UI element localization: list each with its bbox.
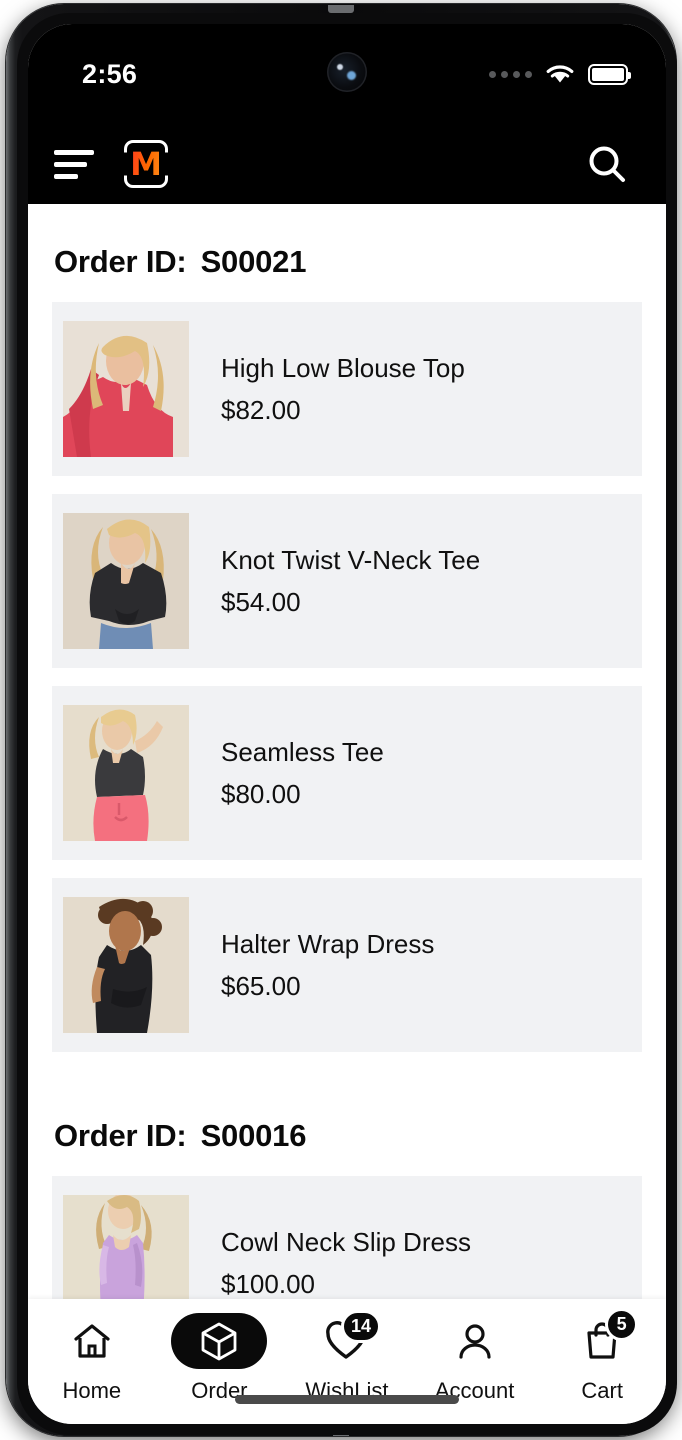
order-item-card[interactable]: Halter Wrap Dress $65.00	[52, 878, 642, 1052]
nav-label-home: Home	[62, 1378, 122, 1403]
product-price: $80.00	[221, 778, 301, 809]
app-header: M	[28, 124, 666, 204]
home-icon	[74, 1324, 110, 1358]
product-name: Seamless Tee	[221, 737, 384, 768]
product-price: $100.00	[221, 1268, 315, 1299]
product-thumbnail	[63, 321, 189, 457]
product-name: Cowl Neck Slip Dress	[221, 1227, 471, 1258]
nav-item-order[interactable]: Order	[156, 1313, 284, 1404]
nav-item-wishlist[interactable]: 14 WishList	[283, 1310, 411, 1404]
wishlist-badge: 14	[340, 1310, 381, 1343]
product-info: Seamless Tee $80.00	[189, 736, 384, 810]
status-time: 2:56	[82, 58, 138, 89]
phone-screen: 2:56 M Order ID: S00021 High Low Blouse …	[28, 24, 666, 1424]
person-icon	[458, 1324, 491, 1359]
product-thumbnail	[63, 513, 189, 649]
orders-list[interactable]: Order ID: S00021 High Low Blouse Top $82…	[28, 204, 666, 1299]
earpiece-slit	[328, 5, 354, 13]
nav-item-account[interactable]: Account	[411, 1313, 539, 1404]
order-id-value: S00021	[200, 244, 307, 279]
order-header: Order ID: S00016	[28, 1070, 666, 1176]
product-info: Cowl Neck Slip Dress $100.00	[189, 1226, 471, 1299]
nav-item-cart[interactable]: 5 Cart	[538, 1308, 666, 1404]
product-info: Knot Twist V-Neck Tee $54.00	[189, 544, 480, 618]
search-icon[interactable]	[582, 139, 632, 189]
order-item-card[interactable]: High Low Blouse Top $82.00	[52, 302, 642, 476]
order-header: Order ID: S00021	[28, 204, 666, 302]
order-id-value: S00016	[200, 1118, 307, 1153]
product-thumbnail	[63, 897, 189, 1033]
myntra-logo[interactable]: M	[124, 140, 168, 188]
front-camera-punch-hole	[327, 52, 367, 92]
product-price: $65.00	[221, 970, 301, 1001]
home-indicator[interactable]	[235, 1395, 459, 1404]
order-id-label: Order ID:	[54, 1118, 187, 1153]
bottom-navigation-bar: Home Order 14 WishList Account 5 Cart	[28, 1299, 666, 1424]
product-info: High Low Blouse Top $82.00	[189, 352, 465, 426]
signal-dots-icon	[489, 70, 532, 78]
order-id-label: Order ID:	[54, 244, 187, 279]
product-price: $54.00	[221, 586, 301, 617]
product-info: Halter Wrap Dress $65.00	[189, 928, 434, 1002]
status-icons	[489, 63, 631, 85]
nav-label-cart: Cart	[581, 1378, 623, 1403]
product-name: Halter Wrap Dress	[221, 929, 435, 960]
nav-item-home[interactable]: Home	[28, 1313, 156, 1404]
wifi-icon	[546, 65, 574, 83]
logo-letter: M	[130, 145, 162, 183]
cube-icon	[201, 1322, 237, 1361]
hamburger-menu-icon[interactable]	[54, 146, 100, 182]
order-item-card[interactable]: Knot Twist V-Neck Tee $54.00	[52, 494, 642, 668]
order-item-card[interactable]: Seamless Tee $80.00	[52, 686, 642, 860]
product-thumbnail	[63, 705, 189, 841]
status-bar: 2:56	[28, 24, 666, 124]
product-name: Knot Twist V-Neck Tee	[221, 545, 481, 576]
product-thumbnail	[63, 1195, 189, 1299]
battery-full-icon	[588, 63, 631, 85]
cart-badge: 5	[605, 1308, 639, 1341]
order-item-card[interactable]: Cowl Neck Slip Dress $100.00	[52, 1176, 642, 1299]
phone-device-frame: 2:56 M Order ID: S00021 High Low Blouse …	[6, 4, 677, 1436]
product-name: High Low Blouse Top	[221, 353, 465, 384]
product-price: $82.00	[221, 394, 301, 425]
